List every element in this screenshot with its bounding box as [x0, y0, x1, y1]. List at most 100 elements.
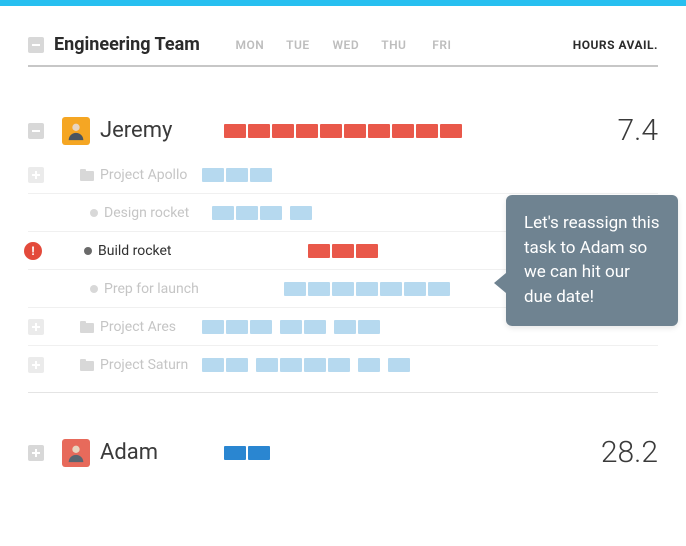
workload-segment [280, 358, 302, 372]
workload-segment [202, 320, 224, 334]
workload-segment [380, 282, 402, 296]
workload-segment [320, 124, 342, 138]
alert-icon[interactable]: ! [24, 242, 42, 260]
person-name: Adam [100, 440, 222, 465]
task-timeline[interactable] [212, 244, 452, 258]
person-icon [65, 120, 87, 142]
indent [28, 167, 80, 183]
workload-segment [284, 282, 306, 296]
day-tue: TUE [274, 38, 322, 52]
workload-segment [304, 358, 326, 372]
reassign-tooltip: Let's reassign this task to Adam so we c… [506, 195, 678, 326]
team-title: Engineering Team [54, 34, 200, 55]
workload-segment [328, 358, 350, 372]
bullet-icon [84, 247, 92, 255]
task-timeline[interactable] [212, 282, 452, 296]
hours-available-label: HOURS AVAIL. [573, 38, 658, 52]
project-timeline[interactable] [202, 358, 442, 372]
bullet-icon [90, 209, 98, 217]
folder-icon [80, 359, 94, 371]
task-label: Build rocket [84, 243, 210, 259]
project-row-saturn[interactable]: Project Saturn [28, 346, 658, 384]
avatar-adam[interactable] [62, 439, 90, 467]
workload-segment [226, 168, 248, 182]
avatar-jeremy[interactable] [62, 117, 90, 145]
workload-segment [202, 168, 224, 182]
folder-icon [80, 169, 94, 181]
indent [28, 319, 80, 335]
project-name: Project Ares [100, 319, 176, 335]
person-timeline-jeremy[interactable] [224, 124, 464, 138]
workload-segment [280, 320, 302, 334]
spacer [382, 358, 386, 372]
collapse-team-toggle[interactable] [28, 37, 44, 53]
person-name: Jeremy [100, 118, 222, 143]
workload-segment [226, 320, 248, 334]
expand-project-toggle[interactable] [28, 357, 44, 373]
workload-segment [256, 358, 278, 372]
workload-segment [358, 358, 380, 372]
spacer [236, 282, 258, 296]
workload-segment [224, 124, 246, 138]
workload-segment [248, 124, 270, 138]
workload-segment [332, 282, 354, 296]
workload-segment [428, 282, 450, 296]
bullet-icon [90, 285, 98, 293]
workload-segment [212, 206, 234, 220]
spacer [352, 358, 356, 372]
workload-segment [388, 358, 410, 372]
project-label: Project Saturn [80, 357, 200, 373]
workload-segment [296, 124, 318, 138]
project-label: Project Apollo [80, 167, 200, 183]
workload-segment [236, 206, 258, 220]
workload-segment [356, 244, 378, 258]
day-headers: MON TUE WED THU FRI [226, 38, 466, 52]
spacer [284, 206, 288, 220]
workload-segment [308, 282, 330, 296]
tooltip-text: Let's reassign this task to Adam so we c… [524, 213, 660, 307]
workload-segment [404, 282, 426, 296]
task-label: Prep for launch [90, 281, 210, 297]
workload-segment [250, 168, 272, 182]
spacer [236, 244, 258, 258]
header-row: Engineering Team MON TUE WED THU FRI HOU… [28, 34, 658, 67]
project-timeline[interactable] [202, 320, 442, 334]
spacer [212, 244, 234, 258]
app-window: Engineering Team MON TUE WED THU FRI HOU… [0, 0, 686, 546]
day-mon: MON [226, 38, 274, 52]
person-row-jeremy[interactable]: Jeremy 7.4 [28, 107, 658, 156]
workload-segment [392, 124, 414, 138]
task-name: Design rocket [104, 205, 189, 221]
workload-segment [248, 446, 270, 460]
workload-segment [226, 358, 248, 372]
workload-segment [332, 244, 354, 258]
task-name: Build rocket [98, 243, 172, 259]
indent: ! [28, 242, 84, 260]
workload-segment [224, 446, 246, 460]
person-timeline-adam[interactable] [224, 446, 464, 460]
workload-segment [308, 244, 330, 258]
workload-segment [304, 320, 326, 334]
project-row-apollo[interactable]: Project Apollo [28, 156, 658, 194]
day-wed: WED [322, 38, 370, 52]
project-label: Project Ares [80, 319, 200, 335]
expand-project-toggle[interactable] [28, 319, 44, 335]
task-timeline[interactable] [212, 206, 452, 220]
spacer [328, 320, 332, 334]
spacer [284, 244, 306, 258]
indent [28, 357, 80, 373]
folder-icon [80, 321, 94, 333]
hours-value: 28.2 [601, 435, 658, 470]
indent [28, 445, 62, 461]
workload-segment [272, 124, 294, 138]
person-row-adam[interactable]: Adam 28.2 [28, 429, 658, 478]
hours-value: 7.4 [618, 113, 658, 148]
collapse-person-toggle[interactable] [28, 123, 44, 139]
task-label: Design rocket [90, 205, 210, 221]
expand-project-toggle[interactable] [28, 167, 44, 183]
indent [28, 123, 62, 139]
project-timeline[interactable] [202, 168, 442, 182]
expand-person-toggle[interactable] [28, 445, 44, 461]
workload-segment [416, 124, 438, 138]
spacer [274, 320, 278, 334]
